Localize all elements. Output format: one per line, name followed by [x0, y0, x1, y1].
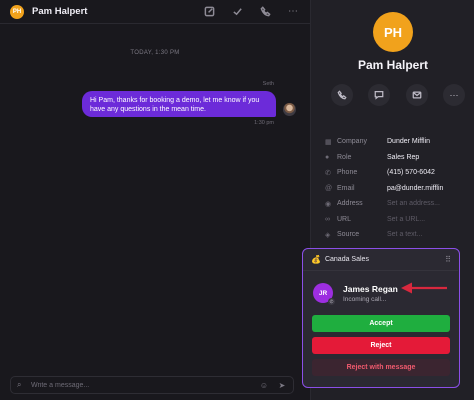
contact-name: Pam Halpert [357, 58, 429, 72]
message-icon[interactable] [368, 84, 391, 106]
phone-icon: ✆ [325, 169, 331, 177]
contact-fields: ▦ Company Dunder Mifflin ● Role Sales Re… [325, 134, 471, 243]
call-widget-header: 💰 Canada Sales ⠿ [303, 249, 458, 271]
call-icon[interactable] [331, 84, 353, 106]
field-email[interactable]: @ Email pa@dunder.mifflin [325, 181, 471, 197]
field-value: Sales Rep [387, 153, 420, 161]
message-composer: ⌕ ☺ ➤ [10, 376, 294, 394]
source-icon: ◈ [325, 231, 331, 239]
field-label: Phone [337, 169, 358, 177]
at-icon: @ [325, 184, 333, 192]
field-value: Set a URL... [387, 215, 426, 223]
message-input[interactable] [31, 381, 251, 389]
link-icon: ∞ [325, 215, 330, 223]
reject-button[interactable]: Reject [312, 337, 450, 354]
phone-badge-icon: ✆ [328, 298, 335, 305]
message-bubble[interactable]: Hi Pam, thanks for booking a demo, let m… [82, 91, 276, 117]
message-time: 1:30 pm [254, 120, 274, 126]
money-bag-icon: 💰 [311, 255, 321, 264]
call-queue-name: Canada Sales [324, 256, 369, 263]
field-value: (415) 570-6042 [387, 169, 435, 177]
more-icon[interactable]: ⋯ [442, 84, 465, 106]
field-value: pa@dunder.mifflin [387, 184, 444, 192]
accept-button[interactable]: Accept [312, 315, 450, 332]
chat-pane: PH Pam Halpert ⋯ TODAY, 1:30 PM Seth Hi … [0, 0, 310, 400]
date-divider: TODAY, 1:30 PM [130, 50, 180, 56]
call-status: Incoming call... [343, 296, 387, 303]
caller-name: James Regan [343, 284, 398, 294]
message-sender: Seth [262, 81, 274, 87]
location-icon: ◉ [325, 200, 332, 208]
check-icon[interactable] [230, 5, 244, 19]
field-value: Dunder Mifflin [387, 138, 431, 146]
field-phone[interactable]: ✆ Phone (415) 570-6042 [325, 165, 471, 181]
field-label: Role [337, 153, 352, 161]
header-avatar[interactable]: PH [10, 4, 24, 19]
phone-icon[interactable] [258, 5, 272, 19]
header-contact-name[interactable]: Pam Halpert [32, 6, 87, 17]
attachment-icon[interactable]: ⌕ [17, 380, 27, 390]
field-label: Source [337, 231, 360, 239]
sender-avatar [283, 103, 296, 116]
more-icon[interactable]: ⋯ [286, 5, 300, 19]
field-source[interactable]: ◈ Source Set a text... [325, 227, 471, 243]
field-address[interactable]: ◉ Address Set an address... [325, 196, 471, 212]
email-icon[interactable] [405, 84, 428, 106]
send-icon[interactable]: ➤ [277, 380, 287, 390]
field-label: URL [337, 215, 352, 223]
chat-header: PH Pam Halpert ⋯ [0, 0, 310, 24]
emoji-icon[interactable]: ☺ [259, 380, 269, 390]
contact-actions: ⋯ [331, 84, 465, 106]
edit-icon[interactable] [202, 5, 216, 19]
field-role[interactable]: ● Role Sales Rep [325, 150, 471, 166]
field-company[interactable]: ▦ Company Dunder Mifflin [325, 134, 471, 150]
incoming-call-widget: 💰 Canada Sales ⠿ JR ✆ James Regan Incomi… [302, 248, 460, 388]
person-icon: ● [325, 153, 330, 161]
building-icon: ▦ [325, 138, 332, 146]
drag-handle-icon[interactable]: ⠿ [445, 255, 451, 264]
field-label: Email [337, 184, 355, 192]
red-arrow-annotation [401, 282, 447, 294]
field-value: Set a text... [387, 231, 423, 239]
contact-avatar: PH [373, 12, 413, 52]
header-actions: ⋯ [202, 5, 300, 19]
field-url[interactable]: ∞ URL Set a URL... [325, 212, 471, 228]
reject-with-message-button[interactable]: Reject with message [312, 359, 450, 376]
field-label: Address [337, 200, 363, 208]
field-label: Company [337, 138, 367, 146]
field-value: Set an address... [387, 200, 440, 208]
